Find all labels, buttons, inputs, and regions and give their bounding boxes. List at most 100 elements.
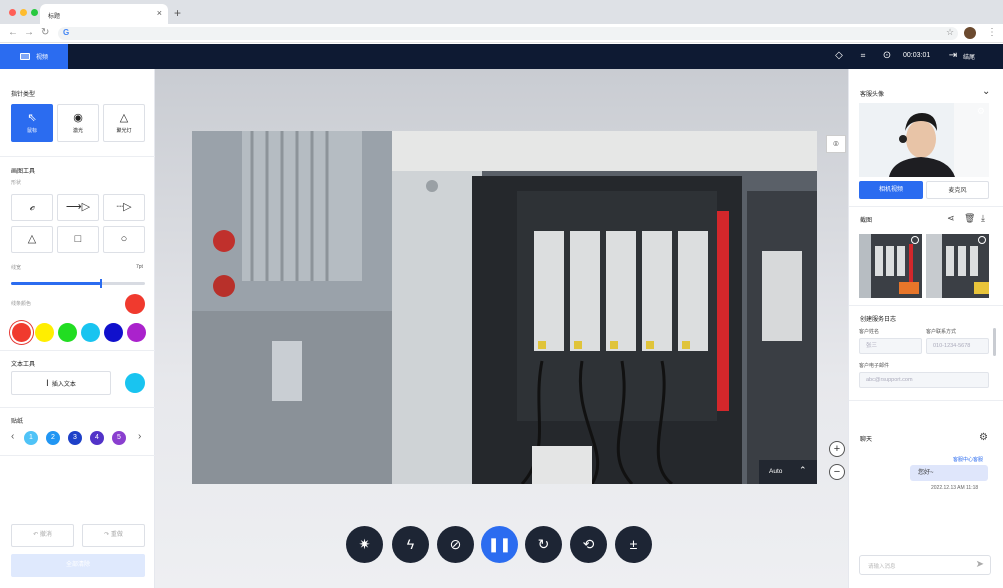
forward-icon[interactable]: → bbox=[24, 27, 34, 38]
browser-tab[interactable]: 标题 × bbox=[40, 4, 168, 24]
current-line-color[interactable] bbox=[125, 294, 145, 314]
send-icon[interactable]: ➤ bbox=[976, 559, 984, 570]
flashlight-control[interactable]: ϟ bbox=[392, 526, 429, 563]
microphone-button[interactable]: 麦克风 bbox=[926, 181, 989, 199]
pointer-cursor-label: 鼠标 bbox=[26, 128, 37, 134]
pointer-cursor-button[interactable]: ⇖ 鼠标 bbox=[11, 104, 53, 142]
location-pin-icon[interactable]: ⊙ bbox=[880, 49, 894, 63]
undo-icon: ↶ bbox=[33, 532, 39, 538]
triangle-tool[interactable]: △ bbox=[11, 226, 53, 253]
pointer-laser-button[interactable]: ◉ 激光 bbox=[57, 104, 99, 142]
customer-name-field[interactable]: 张三 bbox=[859, 338, 922, 354]
insert-text-button[interactable]: I 插入文本 bbox=[11, 371, 111, 395]
window-minimize-dot[interactable] bbox=[20, 9, 27, 16]
pointer-spotlight-button[interactable]: △ 聚光灯 bbox=[103, 104, 145, 142]
chevron-down-icon[interactable]: ⌄ bbox=[982, 86, 990, 97]
sticker-page-4[interactable]: 4 bbox=[90, 431, 104, 445]
scan-qr-icon[interactable]: ⌗ bbox=[856, 49, 870, 63]
mic-mute-control[interactable]: ⊘ bbox=[437, 526, 474, 563]
color-swatch[interactable] bbox=[12, 323, 31, 342]
camera-video-button[interactable]: 相机视频 bbox=[859, 181, 923, 199]
screenshot-thumbnail[interactable] bbox=[859, 234, 922, 298]
circle-tool[interactable]: ○ bbox=[103, 226, 145, 253]
screenshot-title: 截图 bbox=[860, 218, 873, 224]
sticker-next-icon[interactable]: › bbox=[138, 431, 141, 442]
download-icon[interactable]: ⤓ bbox=[981, 213, 985, 224]
switch-camera-control[interactable]: ⟲ bbox=[570, 526, 607, 563]
switch-camera-icon: ⟲ bbox=[582, 536, 595, 552]
browser-menu-icon[interactable]: ⋮ bbox=[987, 27, 997, 38]
zoom-in-button[interactable]: + bbox=[829, 441, 845, 457]
color-swatch[interactable] bbox=[81, 323, 100, 342]
trash-icon[interactable]: 🗑 bbox=[964, 213, 975, 224]
reload-icon[interactable]: ↻ bbox=[41, 27, 49, 38]
laser-icon: ◉ bbox=[73, 112, 83, 124]
divider bbox=[849, 206, 1003, 207]
select-circle-icon[interactable] bbox=[911, 236, 919, 244]
zoom-control[interactable]: ± bbox=[615, 526, 652, 563]
end-session-label[interactable]: 结尾 bbox=[963, 52, 975, 61]
pointer-share-icon[interactable]: ◇ bbox=[832, 49, 846, 63]
sticker-page-1[interactable]: 1 bbox=[24, 431, 38, 445]
sticker-prev-icon[interactable]: ‹ bbox=[11, 431, 14, 442]
new-tab-button[interactable]: + bbox=[174, 6, 181, 20]
dashed-arrow-tool[interactable]: ┈▷ bbox=[103, 194, 145, 221]
thickness-slider-handle[interactable] bbox=[99, 279, 102, 288]
color-swatch[interactable] bbox=[104, 323, 123, 342]
sticker-page-5[interactable]: 5 bbox=[112, 431, 126, 445]
left-tool-panel: 指针类型 ⇖ 鼠标 ◉ 激光 △ 聚光灯 画图工具 形状 𝓬 ⟶▷ ┈▷ △ □… bbox=[0, 69, 155, 588]
quality-selector[interactable]: Auto ⌃ bbox=[759, 460, 817, 484]
divider bbox=[0, 407, 155, 408]
chat-input[interactable]: 请输入消息 ➤ bbox=[859, 555, 991, 575]
tab-close-icon[interactable]: × bbox=[157, 8, 162, 18]
square-tool[interactable]: □ bbox=[57, 226, 99, 253]
screenshot-thumbnail[interactable] bbox=[926, 234, 989, 298]
window-maximize-dot[interactable] bbox=[31, 9, 38, 16]
zoom-out-button[interactable]: − bbox=[829, 464, 845, 480]
capture-screenshot-button[interactable]: ⌾ bbox=[826, 135, 846, 153]
back-icon[interactable]: ← bbox=[8, 27, 18, 38]
customer-contact-field[interactable]: 010-1234-5678 bbox=[926, 338, 989, 354]
thickness-label: 线宽 bbox=[11, 265, 22, 271]
sticker-page-2[interactable]: 2 bbox=[46, 431, 60, 445]
clear-all-label: 全部清除 bbox=[65, 562, 90, 568]
aperture-control[interactable]: ✷ bbox=[346, 526, 383, 563]
video-tab[interactable]: 视频 bbox=[0, 44, 68, 69]
electrical-panel-image bbox=[192, 131, 817, 484]
customer-name-label: 客户姓名 bbox=[859, 329, 880, 335]
camera-settings-icon[interactable]: ⚙ bbox=[977, 106, 985, 117]
redo-button[interactable]: ↷ 重做 bbox=[82, 524, 145, 547]
solid-arrow-icon: ⟶▷ bbox=[65, 201, 91, 213]
customer-email-field[interactable]: abc@rsupport.com bbox=[859, 372, 989, 388]
main-video-area: Auto ⌃ ⌾ + − ✷ ϟ ⊘ ❚❚ ↻ ⟲ ± bbox=[155, 69, 848, 588]
exit-icon[interactable]: ⇥ bbox=[946, 49, 960, 63]
share-icon[interactable]: ⋖ bbox=[947, 213, 955, 224]
thickness-slider[interactable] bbox=[11, 279, 145, 288]
scrollbar-thumb[interactable] bbox=[993, 328, 996, 356]
bookmark-star-icon[interactable]: ☆ bbox=[946, 27, 954, 38]
customer-email-label: 客户电子邮件 bbox=[859, 363, 890, 369]
color-swatch[interactable] bbox=[35, 323, 54, 342]
sticker-page-3[interactable]: 3 bbox=[68, 431, 82, 445]
freehand-pen-tool[interactable]: 𝓬 bbox=[11, 194, 53, 221]
profile-avatar-icon[interactable] bbox=[964, 27, 976, 39]
mic-off-icon: ⊘ bbox=[449, 536, 462, 552]
live-video-feed[interactable]: Auto ⌃ bbox=[192, 131, 817, 484]
color-swatch[interactable] bbox=[58, 323, 77, 342]
chat-settings-icon[interactable]: ⚙ bbox=[979, 432, 988, 443]
url-field[interactable]: G bbox=[58, 27, 958, 40]
zoom-plus-minus-icon: ± bbox=[629, 536, 638, 552]
pause-control[interactable]: ❚❚ bbox=[481, 526, 518, 563]
right-info-panel: 客服头像 ⌄ ⚙ 相机视频 麦克风 截图 ⋖ 🗑 ⤓ 创建服务日志 客户姓名 客… bbox=[848, 69, 1003, 588]
rotate-control[interactable]: ↻ bbox=[525, 526, 562, 563]
freehand-pen-icon: 𝓬 bbox=[29, 201, 35, 213]
select-circle-icon[interactable] bbox=[978, 236, 986, 244]
text-color-swatch[interactable] bbox=[125, 373, 145, 393]
divider bbox=[849, 305, 1003, 306]
shape-subtitle: 形状 bbox=[11, 180, 22, 186]
solid-arrow-tool[interactable]: ⟶▷ bbox=[57, 194, 99, 221]
color-swatch[interactable] bbox=[127, 323, 146, 342]
window-close-dot[interactable] bbox=[9, 9, 16, 16]
undo-button[interactable]: ↶ 撤消 bbox=[11, 524, 74, 547]
clear-all-button[interactable]: 全部清除 bbox=[11, 554, 145, 577]
